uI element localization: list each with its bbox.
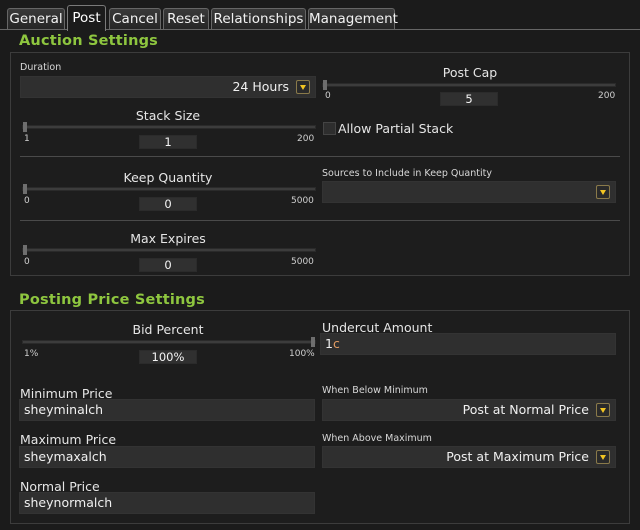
keep-quantity-max: 5000 xyxy=(291,196,314,206)
divider xyxy=(20,156,620,157)
sources-keep-quantity-dropdown[interactable] xyxy=(322,181,616,203)
max-expires-max: 5000 xyxy=(291,257,314,267)
when-below-minimum-dropdown[interactable]: Post at Normal Price xyxy=(322,399,616,421)
chevron-down-icon[interactable] xyxy=(596,450,610,464)
undercut-amount-input[interactable]: 1c xyxy=(320,333,616,355)
duration-dropdown[interactable]: 24 Hours xyxy=(20,76,316,98)
copper-unit: c xyxy=(332,336,340,351)
keep-quantity-min: 0 xyxy=(24,196,30,206)
keep-quantity-value[interactable]: 0 xyxy=(139,197,197,211)
maximum-price-input[interactable]: sheymaxalch xyxy=(19,446,315,468)
stack-size-value[interactable]: 1 xyxy=(139,135,197,149)
max-expires-value[interactable]: 0 xyxy=(139,258,197,272)
posting-price-settings-title: Posting Price Settings xyxy=(19,292,205,308)
when-below-minimum-value: Post at Normal Price xyxy=(462,402,589,417)
max-expires-min: 0 xyxy=(24,257,30,267)
post-cap-label: Post Cap xyxy=(442,65,498,80)
tab-relationships[interactable]: Relationships xyxy=(211,8,306,29)
maximum-price-label: Maximum Price xyxy=(20,432,117,447)
when-above-maximum-value: Post at Maximum Price xyxy=(446,449,589,464)
tab-management[interactable]: Management xyxy=(308,8,398,29)
tab-bar: General Post Cancel Reset Relationships … xyxy=(0,0,640,31)
post-cap-max: 200 xyxy=(598,91,616,101)
bid-percent-value[interactable]: 100% xyxy=(139,350,197,364)
duration-value: 24 Hours xyxy=(232,79,289,94)
divider xyxy=(20,220,620,221)
auction-settings-title: Auction Settings xyxy=(19,33,159,49)
post-cap-slider[interactable] xyxy=(322,80,616,90)
chevron-down-icon[interactable] xyxy=(596,403,610,417)
post-cap-min: 0 xyxy=(325,91,331,101)
allow-partial-stack-checkbox[interactable] xyxy=(323,122,336,135)
chevron-down-icon[interactable] xyxy=(596,185,610,199)
undercut-amount-number: 1 xyxy=(325,336,333,351)
max-expires-label: Max Expires xyxy=(130,231,206,246)
sources-keep-quantity-label: Sources to Include in Keep Quantity xyxy=(322,168,492,179)
stack-size-label: Stack Size xyxy=(135,108,201,123)
chevron-down-icon[interactable] xyxy=(296,80,310,94)
post-cap-slider-thumb[interactable] xyxy=(323,80,327,90)
stack-size-min: 1 xyxy=(24,134,30,144)
tab-cancel[interactable]: Cancel xyxy=(109,8,161,29)
keep-quantity-label: Keep Quantity xyxy=(123,170,213,185)
bid-percent-slider[interactable] xyxy=(22,337,316,347)
normal-price-input[interactable]: sheynormalch xyxy=(19,492,315,514)
allow-partial-stack-label: Allow Partial Stack xyxy=(338,121,454,136)
keep-quantity-slider[interactable] xyxy=(22,184,316,194)
duration-label: Duration xyxy=(20,62,62,73)
minimum-price-input[interactable]: sheyminalch xyxy=(19,399,315,421)
bid-percent-max: 100% xyxy=(289,349,315,359)
keep-quantity-slider-thumb[interactable] xyxy=(23,184,27,194)
when-above-maximum-dropdown[interactable]: Post at Maximum Price xyxy=(322,446,616,468)
stack-size-max: 200 xyxy=(297,134,315,144)
stack-size-slider[interactable] xyxy=(22,122,316,132)
bid-percent-slider-thumb[interactable] xyxy=(311,337,315,347)
max-expires-slider[interactable] xyxy=(22,245,316,255)
post-cap-value[interactable]: 5 xyxy=(440,92,498,106)
when-above-maximum-label: When Above Maximum xyxy=(322,433,432,444)
tab-general[interactable]: General xyxy=(7,8,65,29)
stack-size-slider-thumb[interactable] xyxy=(23,122,27,132)
bid-percent-min: 1% xyxy=(24,349,39,359)
when-below-minimum-label: When Below Minimum xyxy=(322,385,428,396)
tab-post[interactable]: Post xyxy=(67,5,106,31)
tab-reset[interactable]: Reset xyxy=(163,8,209,29)
bid-percent-label: Bid Percent xyxy=(132,322,204,337)
max-expires-slider-thumb[interactable] xyxy=(23,245,27,255)
